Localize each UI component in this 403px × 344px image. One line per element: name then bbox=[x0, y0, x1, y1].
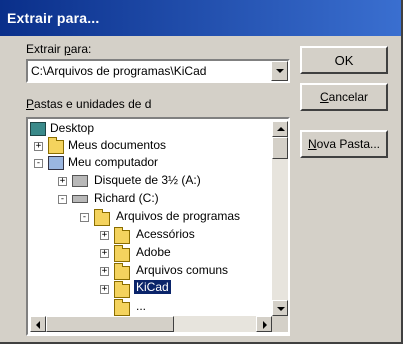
tree-item-label: Acessórios bbox=[136, 227, 195, 241]
path-label: Extrair para: bbox=[26, 42, 92, 56]
tree-item-label: ... bbox=[136, 299, 147, 313]
open-folder-icon bbox=[114, 281, 130, 298]
chevron-down-icon bbox=[276, 69, 284, 73]
arrow-up-icon bbox=[277, 127, 285, 131]
path-dropdown-button[interactable] bbox=[271, 61, 288, 81]
scroll-up-button[interactable] bbox=[272, 121, 288, 137]
tree-item-label-selected: KiCad bbox=[134, 280, 171, 294]
folder-tree[interactable]: Desktop + Meus documentos - Meu computad… bbox=[26, 117, 290, 336]
scroll-down-button[interactable] bbox=[272, 300, 288, 316]
expand-button[interactable]: + bbox=[100, 231, 109, 240]
floppy-drive-icon bbox=[72, 175, 88, 187]
scroll-left-button[interactable] bbox=[30, 316, 46, 332]
new-folder-button[interactable]: Nova Pasta... bbox=[300, 130, 388, 158]
expand-button[interactable]: + bbox=[100, 249, 109, 258]
folder-icon bbox=[114, 245, 130, 262]
collapse-button[interactable]: - bbox=[34, 159, 43, 168]
expand-button[interactable]: + bbox=[100, 285, 109, 294]
folders-label: Pastas e unidades de d bbox=[26, 97, 152, 111]
extract-to-dialog: Extrair para... Extrair para: C:\Arquivo… bbox=[0, 0, 403, 344]
scrollbar-corner bbox=[272, 316, 288, 332]
tree-item-label: Disquete de 3½ (A:) bbox=[94, 173, 201, 187]
tree-item-label: Richard (C:) bbox=[94, 191, 159, 205]
tree-item-label: Meu computador bbox=[68, 155, 159, 169]
folder-icon bbox=[114, 299, 130, 316]
tree-item-label: Adobe bbox=[136, 245, 171, 259]
folder-icon bbox=[114, 263, 130, 280]
vertical-scroll-thumb[interactable] bbox=[272, 137, 288, 159]
hard-drive-icon bbox=[72, 195, 88, 203]
horizontal-scrollbar[interactable] bbox=[30, 316, 272, 332]
cancel-button[interactable]: Cancelar bbox=[300, 83, 388, 111]
tree-item-label: Meus documentos bbox=[68, 138, 167, 152]
open-folder-icon bbox=[94, 209, 110, 226]
folder-icon bbox=[114, 227, 130, 244]
expand-button[interactable]: + bbox=[100, 267, 109, 276]
tree-item-label: Desktop bbox=[50, 121, 95, 135]
scroll-right-button[interactable] bbox=[256, 316, 272, 332]
collapse-button[interactable]: - bbox=[80, 213, 89, 222]
expand-button[interactable]: + bbox=[58, 177, 67, 186]
arrow-down-icon bbox=[277, 307, 285, 311]
window-title: Extrair para... bbox=[7, 10, 100, 26]
computer-icon bbox=[48, 156, 64, 170]
title-bar[interactable]: Extrair para... bbox=[0, 0, 401, 36]
path-combobox[interactable]: C:\Arquivos de programas\KiCad bbox=[26, 59, 290, 83]
documents-folder-icon bbox=[48, 137, 64, 154]
tree-item-label: Arquivos de programas bbox=[116, 209, 241, 223]
tree-item-label: Arquivos comuns bbox=[136, 263, 229, 277]
arrow-right-icon bbox=[263, 321, 267, 329]
path-combobox-value: C:\Arquivos de programas\KiCad bbox=[31, 64, 207, 78]
horizontal-scroll-thumb[interactable] bbox=[46, 316, 174, 332]
desktop-icon bbox=[30, 122, 46, 136]
arrow-left-icon bbox=[36, 321, 40, 329]
collapse-button[interactable]: - bbox=[58, 195, 67, 204]
ok-button[interactable]: OK bbox=[300, 46, 388, 74]
expand-button[interactable]: + bbox=[34, 142, 43, 151]
vertical-scrollbar[interactable] bbox=[272, 121, 288, 316]
